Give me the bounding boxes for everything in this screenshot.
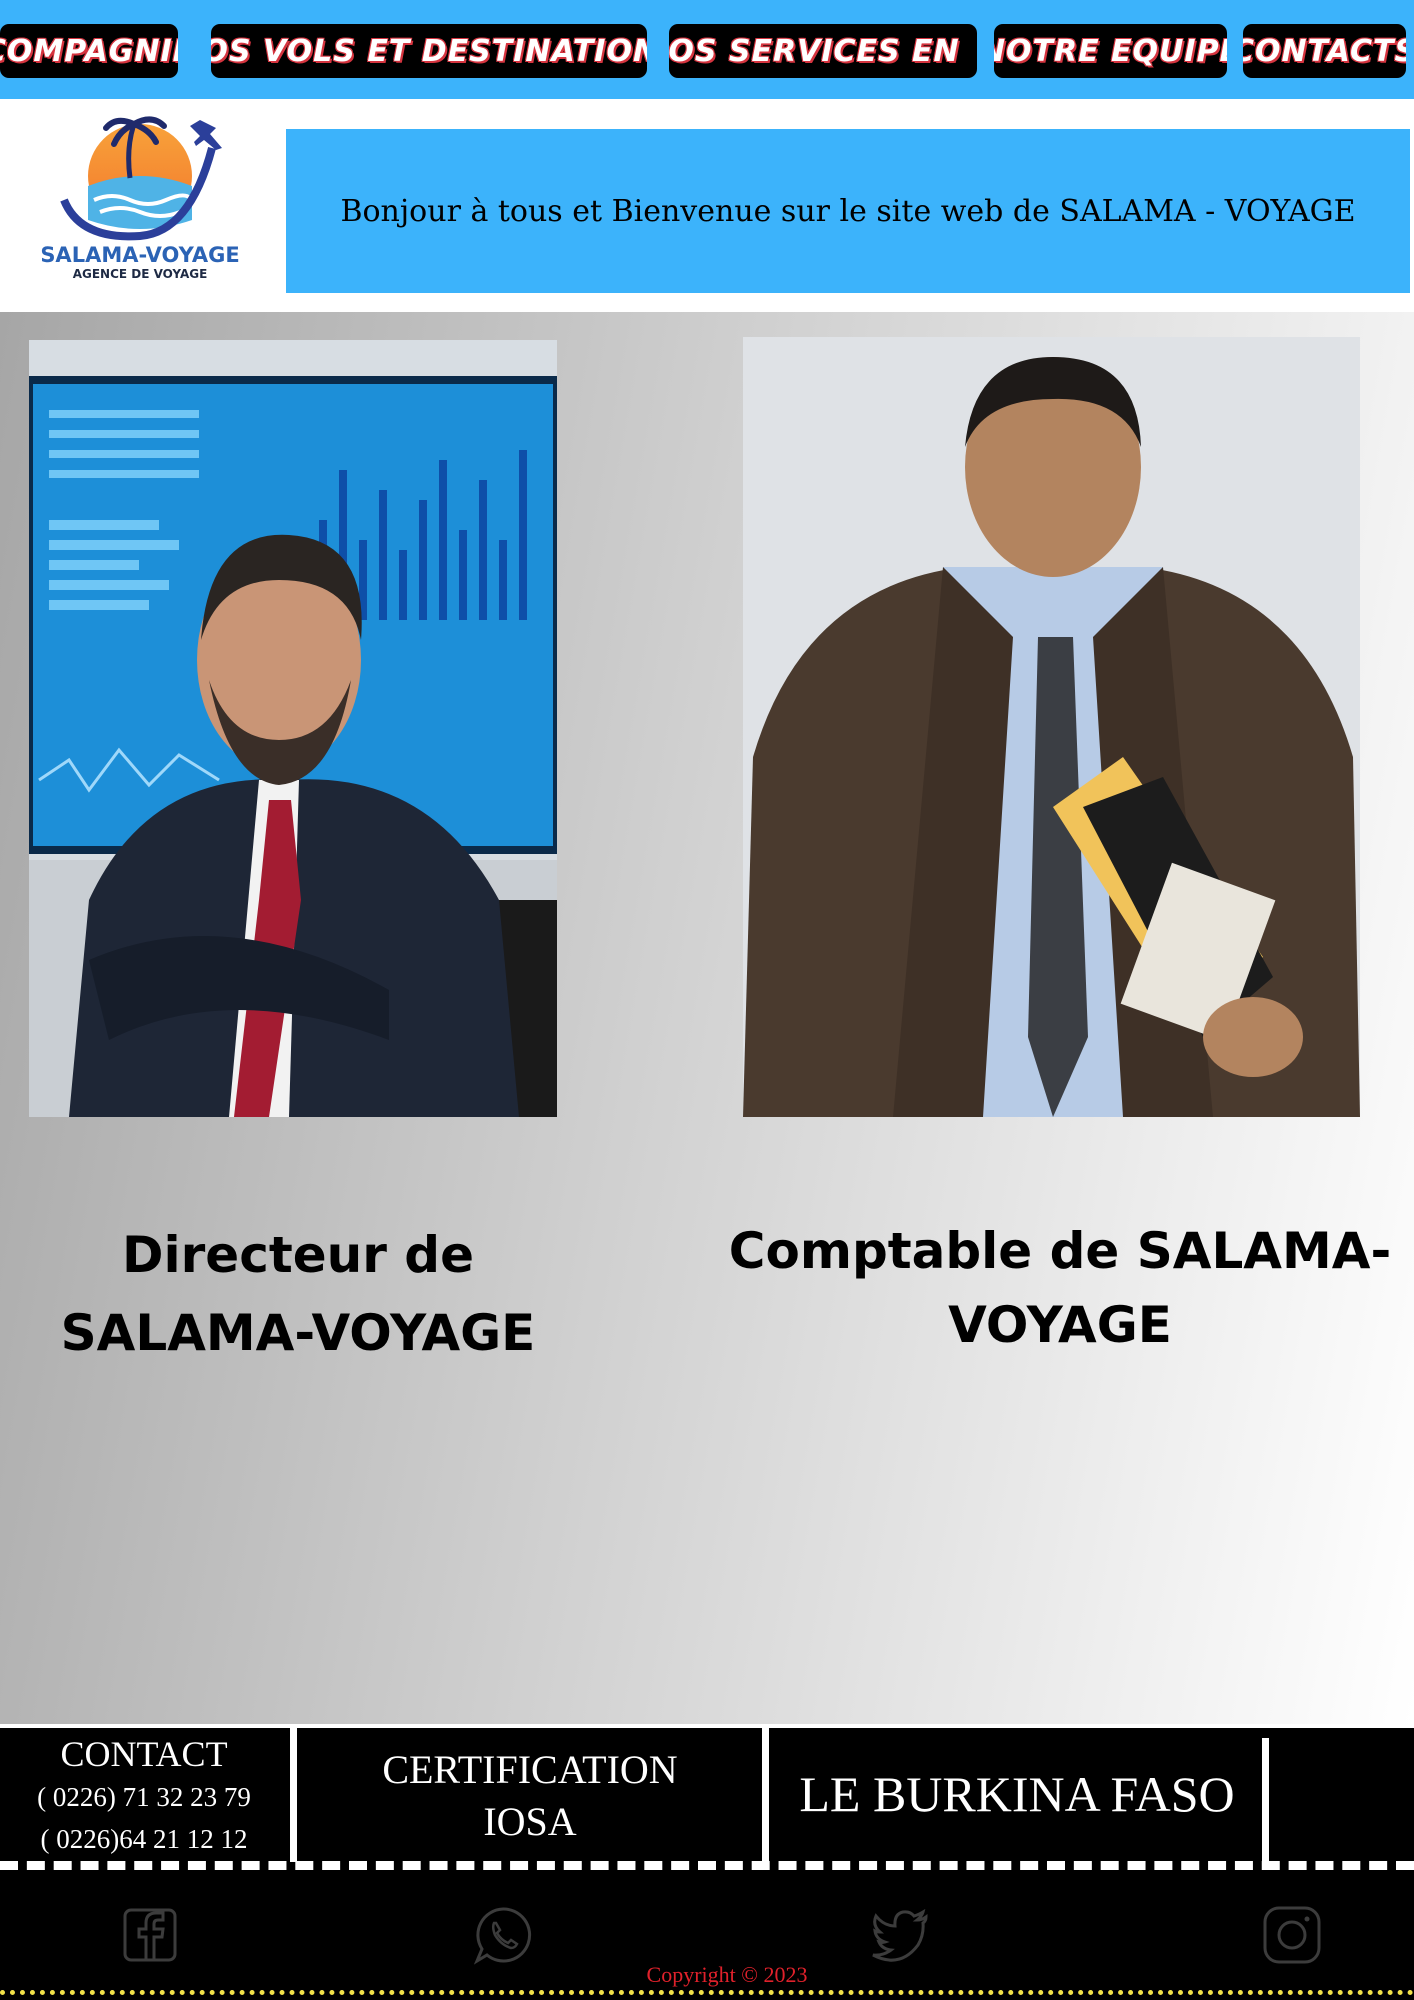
certification-line2: IOSA <box>483 1799 577 1844</box>
footer-certification: CERTIFICATION IOSA <box>300 1728 760 1860</box>
accountant-photo <box>743 337 1360 1117</box>
footer-divider <box>762 1728 769 1862</box>
footer-contact: CONTACT ( 0226) 71 32 23 79 ( 0226)64 21… <box>0 1728 288 1860</box>
welcome-text: Bonjour à tous et Bienvenue sur le site … <box>340 193 1356 229</box>
nav-compagnie[interactable]: COMPAGNIE <box>0 24 178 78</box>
phone-1[interactable]: ( 0226) 71 32 23 79 <box>0 1776 288 1818</box>
footer-divider <box>1262 1738 1269 1862</box>
country-text: LE BURKINA FASO <box>799 1766 1235 1822</box>
instagram-icon[interactable] <box>1262 1905 1322 1965</box>
accountant-title: Comptable de SALAMA- VOYAGE <box>728 1214 1392 1362</box>
accountant-title-line2: VOYAGE <box>948 1296 1172 1354</box>
twitter-icon[interactable] <box>870 1905 930 1965</box>
footer-dotted-border <box>0 1990 1414 1995</box>
director-title: Directeur de SALAMA-VOYAGE <box>29 1216 567 1372</box>
contact-heading: CONTACT <box>60 1734 228 1774</box>
whatsapp-icon[interactable] <box>473 1905 533 1965</box>
footer-country: LE BURKINA FASO <box>772 1728 1262 1860</box>
director-photo <box>29 340 557 1117</box>
nav-notre-equipe[interactable]: NOTRE EQUIPE <box>994 24 1227 78</box>
nav-contacts[interactable]: CONTACTS <box>1243 24 1406 78</box>
logo-name: SALAMA-VOYAGE <box>40 243 240 267</box>
footer-divider <box>290 1728 297 1862</box>
site-footer: CONTACT ( 0226) 71 32 23 79 ( 0226)64 21… <box>0 1728 1414 2000</box>
director-title-line1: Directeur de <box>121 1226 475 1284</box>
logo-emblem-icon <box>60 116 222 241</box>
site-logo[interactable]: SALAMA-VOYAGE AGENCE DE VOYAGE <box>40 108 240 288</box>
top-navigation: COMPAGNIE NOS VOLS ET DESTINATIONS NOS S… <box>0 0 1414 99</box>
copyright-text: Copyright © 2023 <box>646 1962 808 1987</box>
nav-services-label: NOS SERVICES EN <box>669 33 960 69</box>
logo-subtitle: AGENCE DE VOYAGE <box>72 267 208 281</box>
facebook-icon[interactable] <box>120 1905 180 1965</box>
welcome-banner: Bonjour à tous et Bienvenue sur le site … <box>286 129 1410 293</box>
accountant-title-line1: Comptable de SALAMA- <box>728 1222 1392 1280</box>
director-title-line2: SALAMA-VOYAGE <box>60 1304 536 1362</box>
certification-line1: CERTIFICATION <box>382 1747 678 1792</box>
nav-services-dropdown[interactable]: NOS SERVICES EN + <box>669 24 977 78</box>
phone-2[interactable]: ( 0226)64 21 12 12 <box>0 1818 288 1860</box>
nav-vols-destinations[interactable]: NOS VOLS ET DESTINATIONS <box>211 24 647 78</box>
footer-dashed-line <box>0 1861 1414 1870</box>
